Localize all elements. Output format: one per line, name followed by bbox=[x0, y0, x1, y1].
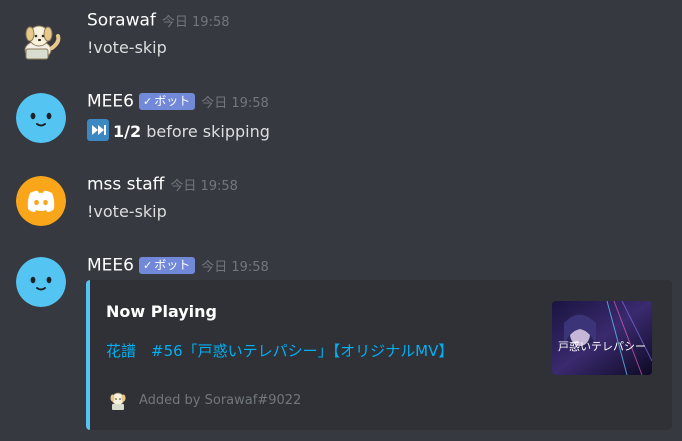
check-icon: ✓ bbox=[142, 259, 153, 272]
embed-footer: Added by Sorawaf#9022 bbox=[106, 388, 301, 412]
message-header: MEE6 ✓ ボット 今日 19:58 bbox=[87, 255, 269, 277]
embed-title: Now Playing bbox=[106, 302, 218, 321]
username[interactable]: MEE6 bbox=[87, 256, 134, 276]
mee6-avatar-icon[interactable] bbox=[16, 93, 66, 143]
check-icon: ✓ bbox=[142, 95, 153, 108]
vote-count: 1/2 bbox=[113, 122, 142, 141]
message-sorawaf: Sorawaf 今日 19:58 !vote-skip bbox=[0, 0, 682, 80]
dog-avatar-icon bbox=[106, 388, 130, 412]
dog-avatar-icon[interactable] bbox=[16, 14, 66, 64]
chat-messages: Sorawaf 今日 19:58 !vote-skip MEE6 ✓ ボット 今日 19… bbox=[0, 0, 682, 441]
message-mee6-skip: MEE6 ✓ ボット 今日 19:58 1/2 before skipping bbox=[0, 80, 682, 164]
mee6-avatar-icon[interactable] bbox=[16, 257, 66, 307]
next-track-emoji-icon bbox=[87, 119, 109, 141]
username[interactable]: mss staff bbox=[87, 175, 164, 195]
username[interactable]: MEE6 bbox=[87, 92, 134, 112]
timestamp: 今日 19:58 bbox=[201, 260, 269, 275]
message-text: !vote-skip bbox=[87, 202, 167, 221]
timestamp: 今日 19:58 bbox=[161, 15, 230, 30]
song-link[interactable]: 花譜 #56「戸惑いテレパシー」【オリジナルMV】 bbox=[106, 340, 453, 361]
bot-tag: ✓ ボット bbox=[138, 93, 196, 110]
message-header: MEE6 ✓ ボット 今日 19:58 bbox=[87, 91, 269, 113]
video-thumbnail[interactable]: 戸惑いテレパシー bbox=[552, 301, 652, 375]
username[interactable]: Sorawaf bbox=[87, 11, 156, 31]
message-text: !vote-skip bbox=[87, 38, 167, 57]
message-mss-staff: mss staff 今日 19:58 !vote-skip bbox=[0, 164, 682, 246]
message-text: 1/2 before skipping bbox=[87, 119, 270, 141]
timestamp: 今日 19:58 bbox=[170, 179, 238, 194]
vote-suffix: before skipping bbox=[141, 122, 270, 141]
now-playing-embed: Now Playing 花譜 #56「戸惑いテレパシー」【オリジナルMV】 戸惑… bbox=[86, 280, 672, 430]
bot-tag: ✓ ボット bbox=[138, 257, 196, 274]
discord-logo-avatar-icon[interactable] bbox=[16, 176, 66, 226]
message-header: Sorawaf 今日 19:58 bbox=[87, 10, 230, 32]
timestamp: 今日 19:58 bbox=[201, 96, 269, 111]
footer-text: Added by Sorawaf#9022 bbox=[139, 392, 302, 408]
message-header: mss staff 今日 19:58 bbox=[87, 174, 238, 196]
svg-text:戸惑いテレパシー: 戸惑いテレパシー bbox=[558, 339, 646, 353]
